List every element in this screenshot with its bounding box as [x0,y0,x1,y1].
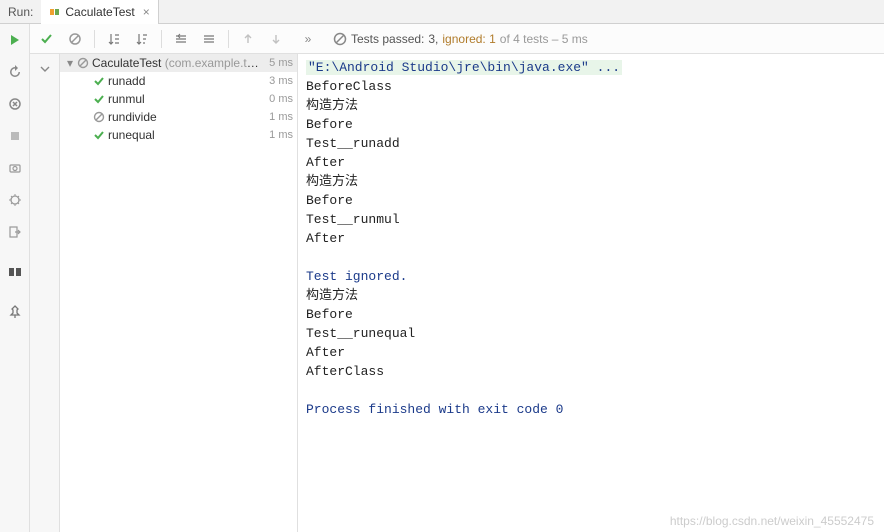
stop-icon[interactable] [5,126,25,146]
pass-status-icon [92,93,106,105]
divider [161,30,162,48]
pass-status-icon [92,129,106,141]
header-bar: Run: CaculateTest × [0,0,884,24]
sort-alpha-icon[interactable] [103,28,125,50]
ignored-status-icon [92,111,106,123]
pin-icon[interactable] [5,302,25,322]
tree-item-label: runequal [108,128,265,142]
layout-icon[interactable] [5,262,25,282]
run-label: Run: [0,5,41,19]
content: » Tests passed: 3, ignored: 1 of 4 tests… [30,24,884,532]
ignored-status-icon [76,57,90,69]
tree-item[interactable]: runequal1 ms [60,126,297,144]
prev-icon[interactable] [237,28,259,50]
close-icon[interactable]: × [143,5,150,19]
tree-item-label: rundivide [108,110,265,124]
tree-item-time: 1 ms [265,111,293,123]
test-tree: ▾ CaculateTest (com.example.testc 5 ms r… [60,54,298,532]
tree-root-label: CaculateTest (com.example.testc [92,56,265,70]
show-passed-icon[interactable] [36,28,58,50]
debug-icon[interactable] [5,190,25,210]
divider [94,30,95,48]
console-lines-2: 构造方法 Before Test__runequal After AfterCl… [306,288,415,379]
rerun-failed-icon[interactable] [5,94,25,114]
tab-title: CaculateTest [65,5,134,19]
test-config-icon [49,6,61,18]
tree-item-time: 1 ms [265,129,293,141]
chevron-down-icon[interactable]: ▾ [64,56,76,70]
status-ignored-icon [333,32,347,46]
console-cmd: "E:\Android Studio\jre\bin\java.exe" ... [306,60,622,75]
left-gutter [0,24,30,532]
more-icon[interactable]: » [297,28,319,50]
run-tab[interactable]: CaculateTest × [41,0,158,24]
body: ▾ CaculateTest (com.example.testc 5 ms r… [30,54,884,532]
collapse-all-icon[interactable] [198,28,220,50]
history-icon[interactable] [34,58,56,80]
dump-icon[interactable] [5,158,25,178]
tree-root[interactable]: ▾ CaculateTest (com.example.testc 5 ms [60,54,297,72]
tree-item-time: 3 ms [265,75,293,87]
test-toolbar: » Tests passed: 3, ignored: 1 of 4 tests… [30,24,884,54]
tree-item[interactable]: runmul0 ms [60,90,297,108]
show-ignored-icon[interactable] [64,28,86,50]
console-exit: Process finished with exit code 0 [306,402,563,417]
tree-root-time: 5 ms [265,57,293,69]
console-output[interactable]: "E:\Android Studio\jre\bin\java.exe" ...… [298,54,884,532]
tree-item-time: 0 ms [265,93,293,105]
tree-item-label: runmul [108,92,265,106]
status-passed-count: 3, [428,32,438,46]
tree-item-label: runadd [108,74,265,88]
tree-item[interactable]: runadd3 ms [60,72,297,90]
rerun-icon[interactable] [5,62,25,82]
status-prefix: Tests passed: [351,32,424,46]
console-ignored: Test ignored. [306,269,407,284]
test-status: Tests passed: 3, ignored: 1 of 4 tests –… [333,32,588,46]
pass-status-icon [92,75,106,87]
run-icon[interactable] [5,30,25,50]
exit-icon[interactable] [5,222,25,242]
console-lines-1: BeforeClass 构造方法 Before Test__runadd Aft… [306,79,400,246]
status-rest: of 4 tests – 5 ms [500,32,588,46]
watermark: https://blog.csdn.net/weixin_45552475 [670,514,874,528]
main-area: » Tests passed: 3, ignored: 1 of 4 tests… [0,24,884,532]
expand-all-icon[interactable] [170,28,192,50]
status-ignored: ignored: 1 [442,32,495,46]
next-icon[interactable] [265,28,287,50]
sort-duration-icon[interactable] [131,28,153,50]
tree-item[interactable]: rundivide1 ms [60,108,297,126]
divider [228,30,229,48]
tree-gutter [30,54,60,532]
